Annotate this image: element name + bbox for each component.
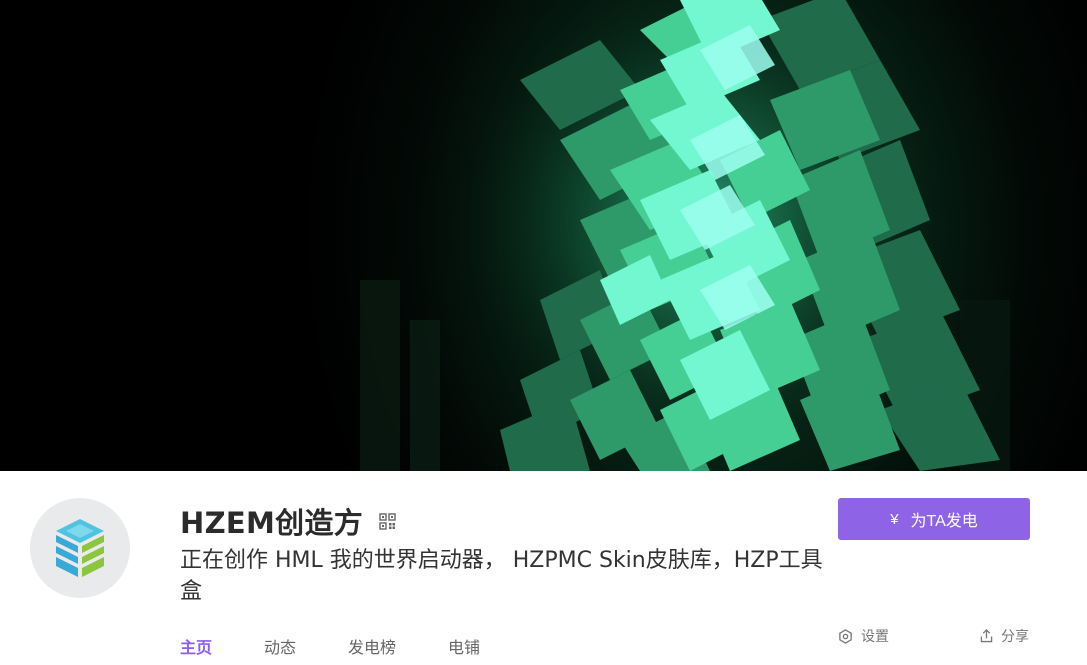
banner-artwork	[0, 0, 1087, 471]
profile-name: HZEM创造方	[180, 506, 364, 540]
tab-home[interactable]: 主页	[180, 635, 212, 665]
share-button[interactable]: 分享	[980, 626, 1029, 646]
tab-posts[interactable]: 动态	[264, 635, 296, 665]
settings-button[interactable]: 设置	[838, 626, 889, 646]
profile-tabs: 主页 动态 发电榜 电铺	[180, 635, 532, 665]
avatar[interactable]	[30, 498, 130, 598]
cube-logo-icon	[56, 519, 104, 577]
share-label: 分享	[1001, 629, 1029, 645]
qr-code-icon[interactable]	[379, 512, 396, 530]
share-upload-icon	[980, 629, 993, 643]
settings-hexagon-icon	[839, 628, 852, 644]
name-row: HZEM创造方	[180, 501, 396, 541]
yen-icon: ¥	[890, 510, 899, 528]
tab-shop[interactable]: 电铺	[448, 635, 480, 665]
settings-label: 设置	[861, 629, 889, 645]
profile-description: 正在创作 HML 我的世界启动器， HZPMC Skin皮肤库，HZP工具盒	[180, 548, 823, 604]
charge-button[interactable]: ¥ 为TA发电	[838, 498, 1030, 540]
cover-banner	[0, 0, 1087, 471]
profile-header: HZEM创造方 正在创作 HML 我的世界启动器， HZPMC Skin皮肤库，…	[0, 471, 1087, 665]
charge-button-label: 为TA发电	[910, 513, 978, 530]
tab-charge-ranking[interactable]: 发电榜	[348, 635, 396, 665]
